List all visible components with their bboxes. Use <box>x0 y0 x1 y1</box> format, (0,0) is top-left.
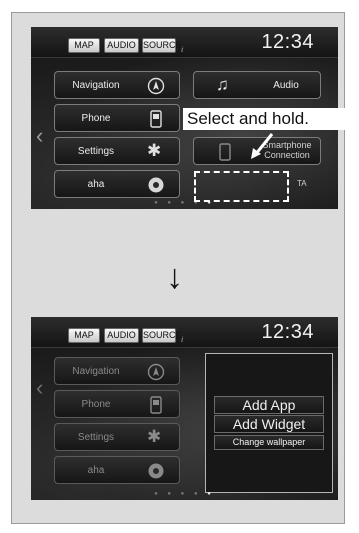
aha-icon <box>148 463 164 479</box>
map-button[interactable]: MAP <box>68 38 100 53</box>
chevron-left-icon[interactable]: ‹ <box>36 123 43 149</box>
select-and-hold-callout: Select and hold. <box>183 108 354 130</box>
navigation-label: Navigation <box>72 80 120 91</box>
audio-label: Audio <box>273 80 299 91</box>
pointer-arrow-icon <box>251 133 274 159</box>
navigation-label: Navigation <box>72 366 120 377</box>
aha-icon <box>148 177 164 193</box>
clock: 12:34 <box>261 321 314 343</box>
aha-label: aha <box>87 179 105 190</box>
smartphone-icon <box>219 143 231 161</box>
gear-icon: ✱ <box>147 427 162 446</box>
page-indicator: ● ● ● ● ● <box>154 491 215 497</box>
source-button[interactable]: SOURCE <box>142 328 182 343</box>
settings-tile[interactable]: Settings ✱ <box>54 423 180 451</box>
phone-icon <box>150 110 162 128</box>
navigation-tile[interactable]: Navigation <box>54 357 180 385</box>
audio-button[interactable]: AUDIO <box>104 328 139 343</box>
compass-icon <box>147 77 165 95</box>
clock: 12:34 <box>261 31 314 53</box>
phone-icon <box>150 396 162 414</box>
audio-tile[interactable]: ♫ Audio <box>193 71 321 99</box>
map-button[interactable]: MAP <box>68 328 100 343</box>
home-screen-after: MAP AUDIO SOURCE ⅈ 12:34 ‹ Navigation Ph… <box>31 317 338 500</box>
change-wallpaper-button[interactable]: Change wallpaper <box>214 435 324 450</box>
phone-tile[interactable]: Phone <box>54 104 180 132</box>
phone-label: Phone <box>81 399 111 410</box>
aha-tile[interactable]: aha <box>54 170 180 198</box>
add-options-menu: Add App Add Widget Change wallpaper <box>205 353 333 493</box>
status-bar: MAP AUDIO SOURCE ⅈ 12:34 <box>31 27 338 58</box>
arrow-down-icon: ↓ <box>166 258 183 296</box>
aha-label: aha <box>87 465 105 476</box>
gear-icon: ✱ <box>147 141 162 160</box>
settings-label: Settings <box>77 432 115 443</box>
ta-label: TA <box>297 179 307 188</box>
phone-label: Phone <box>81 113 111 124</box>
add-app-button[interactable]: Add App <box>214 396 324 414</box>
settings-label: Settings <box>77 146 115 157</box>
signal-icon: ⅈ <box>181 47 184 54</box>
empty-slot-highlight[interactable] <box>194 171 289 202</box>
chevron-left-icon[interactable]: ‹ <box>36 375 43 401</box>
navigation-tile[interactable]: Navigation <box>54 71 180 99</box>
page-indicator: ● ● ● ● ● <box>154 200 215 206</box>
ta-button[interactable]: TA <box>293 173 319 197</box>
music-note-icon: ♫ <box>216 75 229 94</box>
compass-icon <box>147 363 165 381</box>
status-bar: MAP AUDIO SOURCE ⅈ 12:34 <box>31 317 338 348</box>
audio-button[interactable]: AUDIO <box>104 38 139 53</box>
phone-tile[interactable]: Phone <box>54 390 180 418</box>
signal-icon: ⅈ <box>181 337 184 344</box>
add-widget-button[interactable]: Add Widget <box>214 415 324 433</box>
settings-tile[interactable]: Settings ✱ <box>54 137 180 165</box>
source-button[interactable]: SOURCE <box>142 38 182 53</box>
aha-tile[interactable]: aha <box>54 456 180 484</box>
